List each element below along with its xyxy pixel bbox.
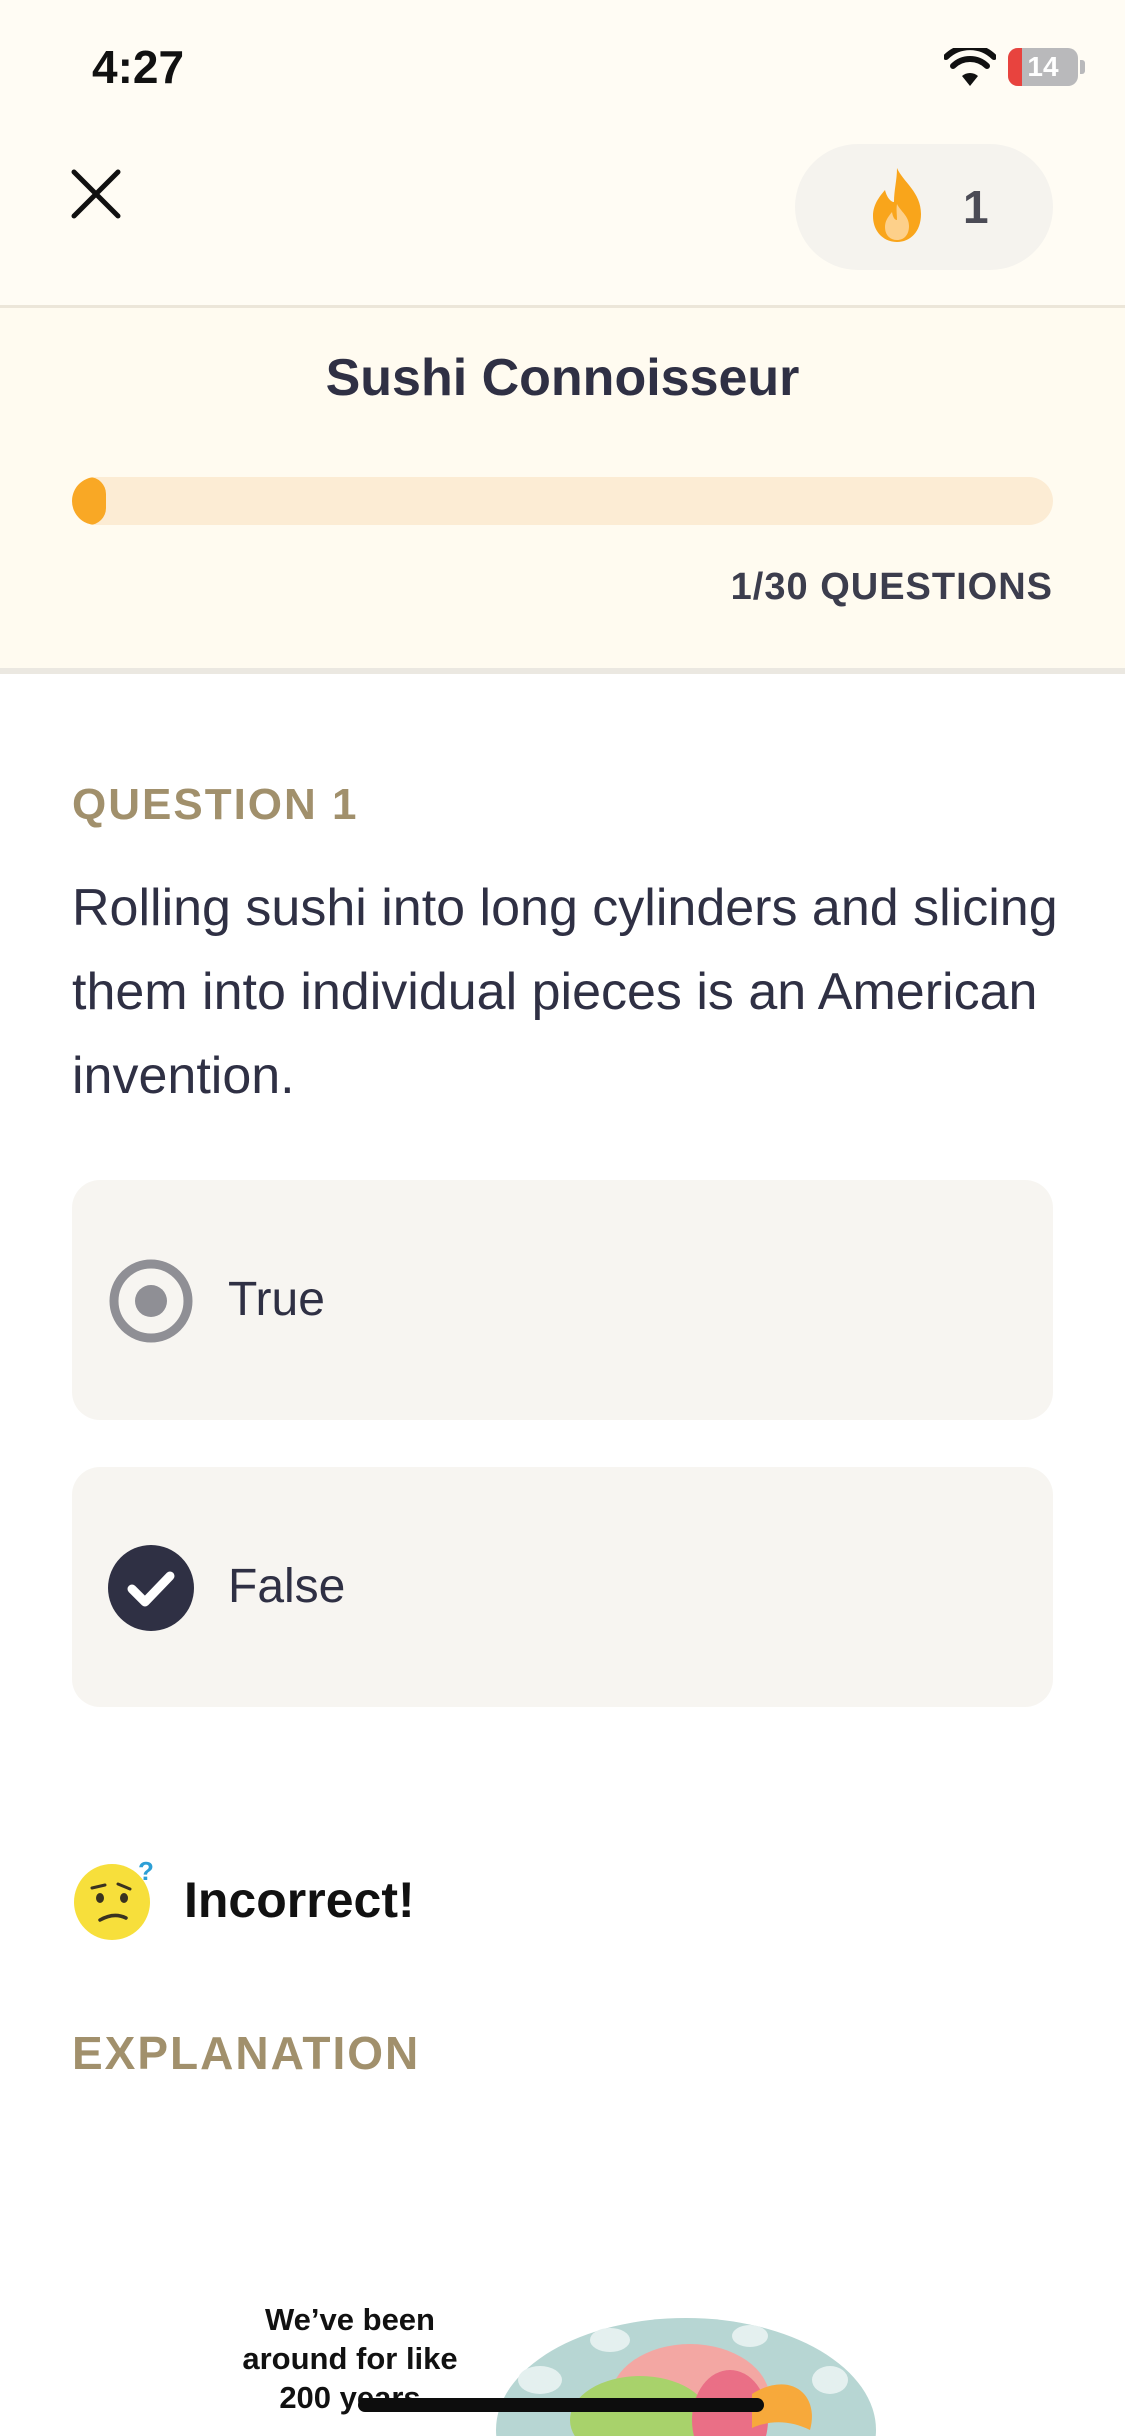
streak-count: 1	[963, 181, 989, 233]
progress-label: 1/30 QUESTIONS	[730, 566, 1053, 608]
checkmark-circle-icon	[108, 1545, 194, 1631]
svg-text:?: ?	[138, 1858, 154, 1886]
question-label: QUESTION 1	[72, 780, 359, 829]
battery-icon: 14	[1008, 48, 1078, 86]
result-text: Incorrect!	[184, 1872, 415, 1928]
close-icon[interactable]	[68, 166, 124, 222]
home-indicator[interactable]	[358, 2398, 764, 2412]
top-bar: 4:27 14 1	[0, 0, 1125, 305]
explanation-illustration: We’ve been around for like 200 years	[0, 2280, 1125, 2436]
status-time: 4:27	[92, 41, 185, 93]
progress-bar	[72, 477, 1053, 525]
option-label: False	[228, 1560, 346, 1613]
option-label: True	[228, 1273, 325, 1326]
question-text: Rolling sushi into long cylinders and sl…	[72, 879, 1058, 1105]
option-false[interactable]: False	[72, 1467, 1053, 1707]
battery-level: 14	[1027, 51, 1059, 82]
divider	[0, 668, 1125, 674]
quiz-title: Sushi Connoisseur	[325, 349, 800, 407]
battery-tip	[1080, 60, 1085, 74]
result-row: ? Incorrect!	[72, 1858, 672, 1942]
flame-icon	[873, 168, 921, 242]
bubble-line: around for like	[242, 2341, 458, 2376]
bubble-line: We’ve been	[264, 2302, 435, 2337]
sushi-plate-illustration	[496, 2318, 876, 2436]
option-true[interactable]: True	[72, 1180, 1053, 1420]
streak-badge[interactable]: 1	[795, 144, 1053, 270]
confused-face-icon: ?	[74, 1858, 154, 1940]
wifi-icon	[944, 48, 996, 86]
explanation-label: EXPLANATION	[72, 2027, 421, 2079]
radio-selected-icon	[109, 1259, 193, 1343]
